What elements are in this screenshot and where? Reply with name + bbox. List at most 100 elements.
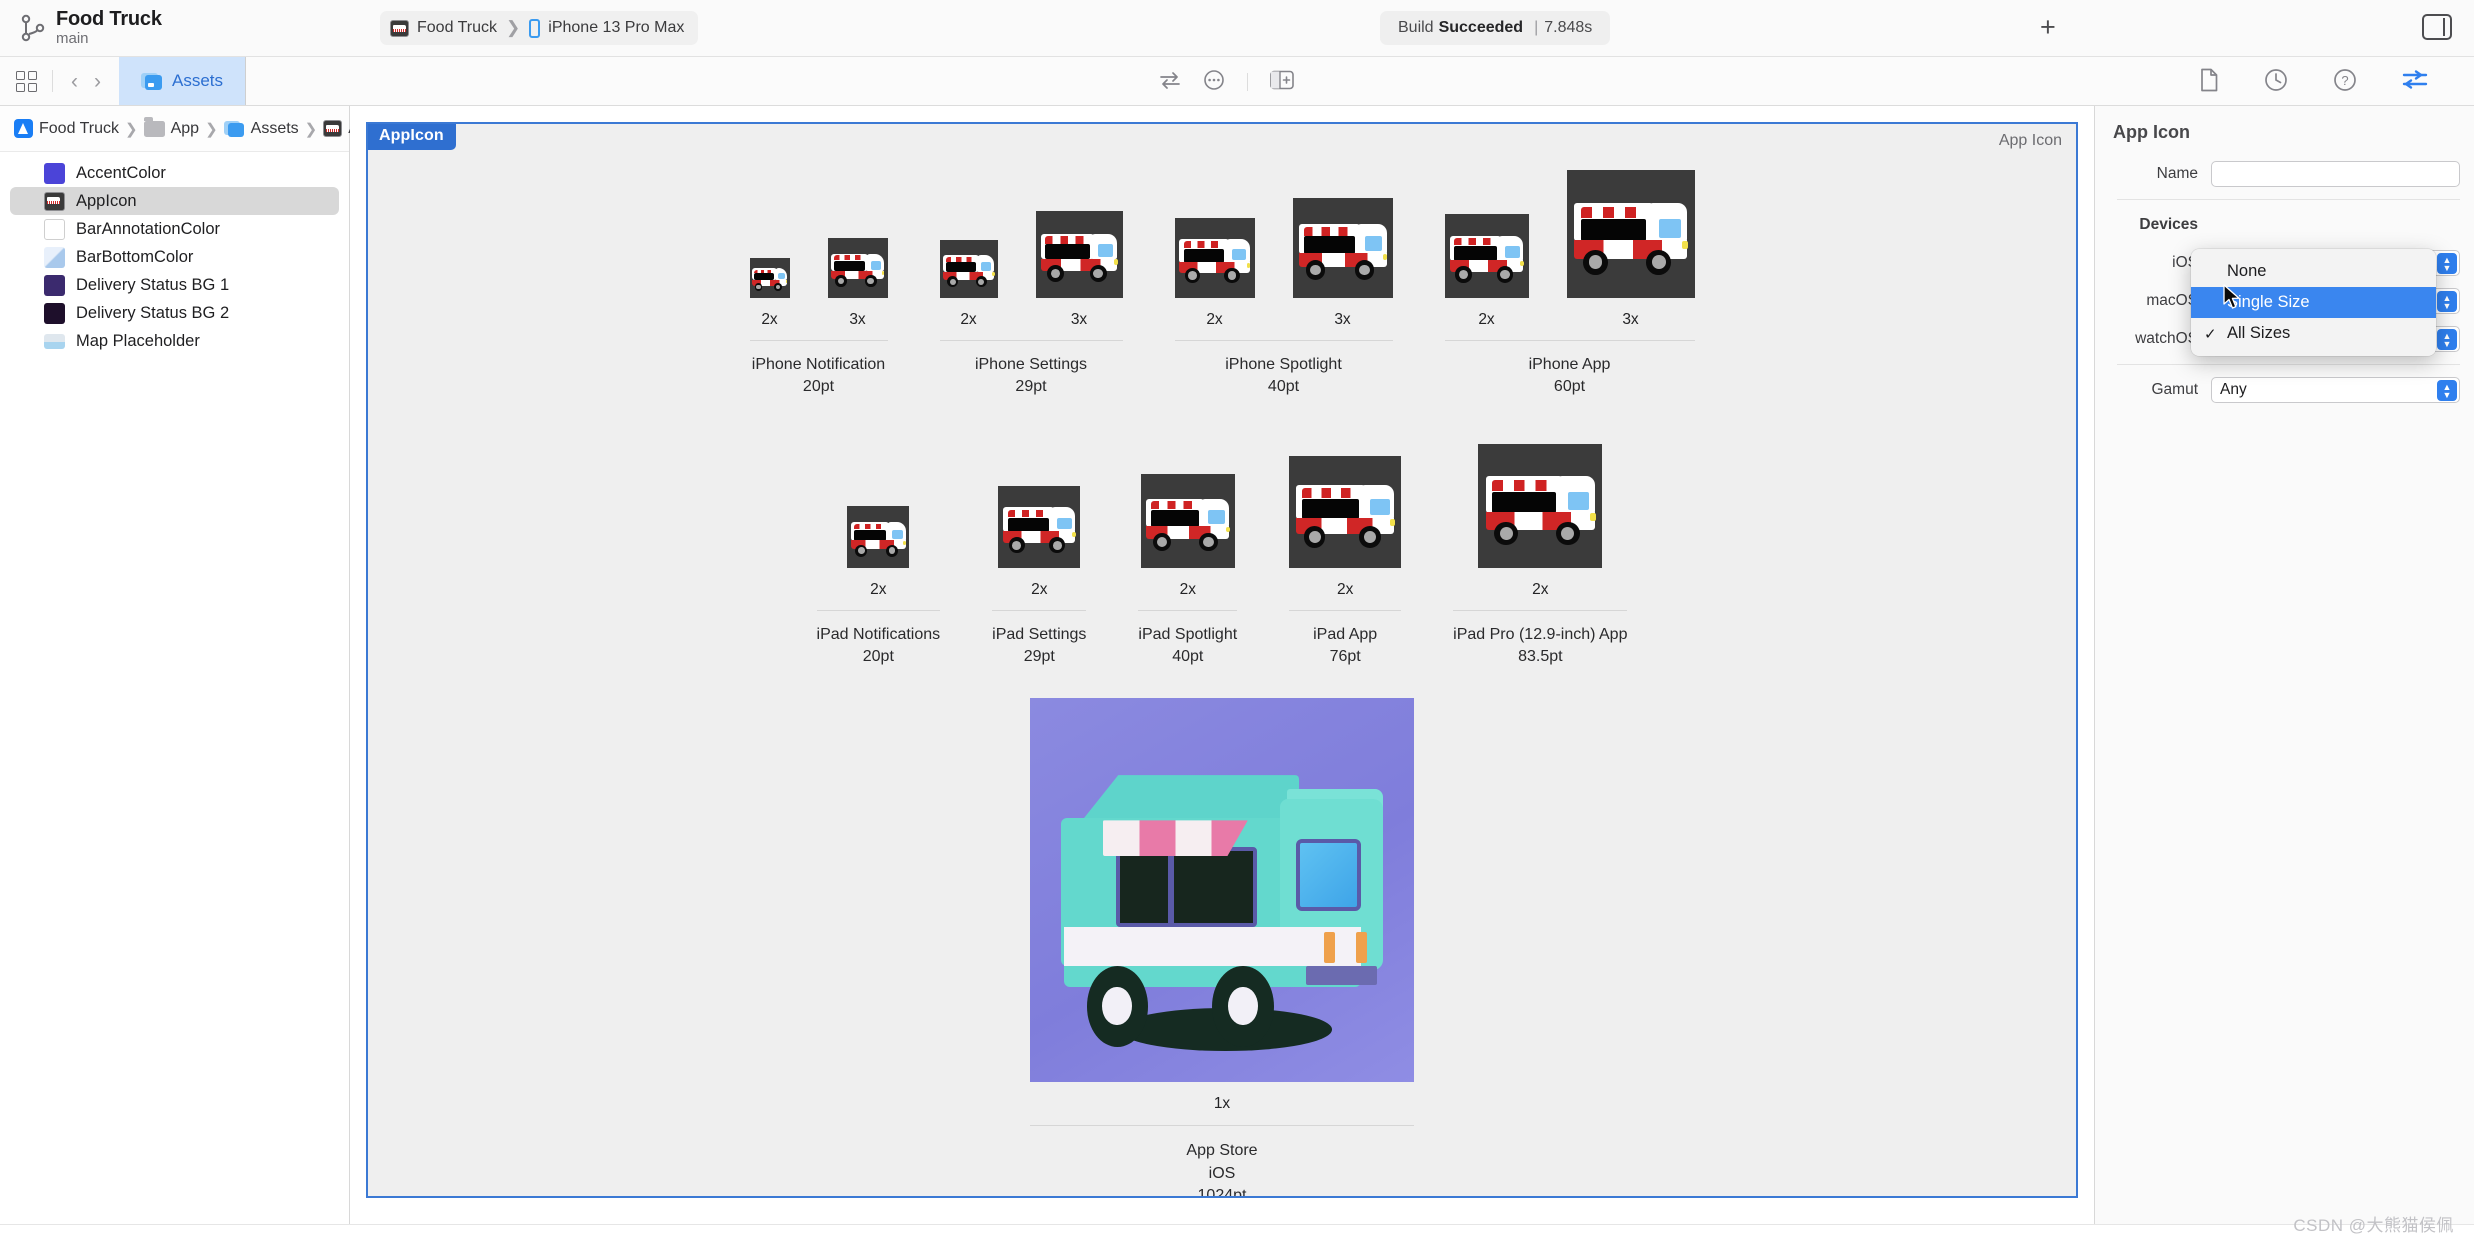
icon-thumbnail[interactable] (749, 258, 790, 298)
icon-thumbnail[interactable] (1292, 198, 1393, 298)
icon-group-size: 40pt (1172, 648, 1204, 666)
icon-slot[interactable]: 2x (939, 240, 998, 329)
icon-group: 2x 3x iPhone Spotlight 40pt (1149, 198, 1419, 398)
chevron-updown-icon[interactable]: ▲ ▼ (2437, 291, 2457, 312)
editor-tabbar: ‹ › Assets ? (0, 57, 2474, 106)
popup-item-single-size[interactable]: Single Size (2191, 287, 2436, 318)
breadcrumb-item-project[interactable]: Food Truck (14, 119, 119, 138)
name-field[interactable] (2211, 161, 2460, 187)
appstore-size: 1024pt (1197, 1187, 1247, 1198)
scale-label: 2x (1179, 581, 1196, 599)
icon-group-name: iPhone Notification (751, 356, 886, 373)
icon-thumbnail[interactable] (1444, 214, 1529, 298)
icon-slot[interactable]: 2x (749, 258, 790, 329)
project-identity[interactable]: Food Truck main (0, 8, 350, 48)
icon-group: 2x iPad Notifications 20pt (791, 506, 967, 668)
chevron-updown-icon[interactable]: ▲ ▼ (2437, 329, 2457, 350)
icon-slot[interactable]: 2x (1140, 474, 1235, 599)
navigator-sidebar: Food Truck ❯ App ❯ Assets ❯ AppIcon (0, 106, 407, 1224)
history-inspector-icon[interactable] (2264, 68, 2288, 96)
color-swatch (44, 302, 65, 324)
icon-thumbnail[interactable] (1478, 444, 1603, 569)
icon-group-caption: iPhone Notification 20pt (749, 340, 888, 398)
icon-slot[interactable]: 2x (1174, 218, 1255, 329)
icon-thumbnail[interactable] (1566, 170, 1695, 298)
icon-thumbnail[interactable] (1289, 456, 1402, 569)
scheme-label[interactable]: Food Truck (417, 19, 497, 37)
related-items-icon[interactable] (1159, 71, 1181, 93)
scale-label: 1x (1213, 1095, 1231, 1113)
color-swatch (44, 274, 65, 296)
popup-item-none[interactable]: None (2191, 256, 2436, 287)
icon-slot[interactable]: 3x (1035, 211, 1123, 329)
gamut-select[interactable]: Any ▲ ▼ (2211, 377, 2460, 403)
chevron-right-icon: ❯ (125, 120, 138, 138)
icon-group-name: iPad Notifications (816, 626, 941, 644)
tab-assets[interactable]: Assets (119, 57, 247, 105)
icon-slot[interactable]: 3x (1566, 170, 1695, 329)
appicon-canvas[interactable]: AppIcon App Icon 2x 3x iPhone Notificati… (366, 122, 2078, 1198)
list-item[interactable]: AppIcon (10, 187, 339, 215)
attributes-inspector-icon[interactable] (2402, 69, 2428, 95)
breadcrumb-item-app[interactable]: App (143, 117, 199, 138)
file-inspector-icon[interactable] (2199, 68, 2219, 96)
navigation-arrows[interactable]: ‹ › (53, 57, 119, 105)
icon-slot[interactable]: 2x (998, 486, 1081, 599)
icon-thumbnail[interactable] (1174, 218, 1255, 298)
chevron-updown-icon[interactable]: ▲ ▼ (2437, 380, 2457, 401)
list-item[interactable]: Map Placeholder (10, 327, 339, 355)
more-options-icon[interactable] (1203, 69, 1225, 95)
icon-thumbnail[interactable] (939, 240, 998, 298)
scale-label: 2x (761, 311, 778, 328)
icon-slot[interactable]: 2x (1478, 444, 1603, 599)
list-item[interactable]: BarBottomColor (10, 243, 339, 271)
attributes-inspector: App Icon Name Devices iOS All Sizes ▲▼ m… (2094, 106, 2474, 1224)
scale-label: 2x (1478, 311, 1495, 328)
icon-slot[interactable]: 3x (1292, 198, 1393, 329)
icon-group: 2x 3x iPhone Settings 29pt (914, 211, 1149, 398)
list-item[interactable]: Delivery Status BG 2 (10, 299, 339, 327)
icon-group-name: iPhone Settings (974, 356, 1088, 373)
add-button[interactable]: + (2040, 14, 2056, 41)
icon-slot[interactable]: 2x (847, 506, 910, 599)
forward-icon[interactable]: › (94, 71, 101, 92)
list-item[interactable]: Delivery Status BG 1 (10, 271, 339, 299)
list-item-label: Delivery Status BG 1 (76, 275, 230, 294)
ios-devices-popup-menu[interactable]: None Single Size ✓ All Sizes (2191, 249, 2436, 356)
appstore-icon-thumbnail[interactable] (1030, 698, 1414, 1083)
icon-group-name: iPad Spotlight (1138, 626, 1238, 644)
list-item-label: BarAnnotationColor (76, 219, 221, 238)
back-icon[interactable]: ‹ (71, 71, 78, 92)
scale-label: 2x (960, 311, 977, 328)
toggle-inspector-button[interactable] (2422, 14, 2452, 40)
popup-item-label: All Sizes (2227, 324, 2291, 342)
appstore-caption: App Store iOS 1024pt (1030, 1125, 1414, 1198)
list-item[interactable]: BarAnnotationColor (10, 215, 339, 243)
quick-help-inspector-icon[interactable]: ? (2333, 68, 2357, 96)
add-editor-icon[interactable] (1270, 70, 1294, 94)
chevron-updown-icon[interactable]: ▲ ▼ (2437, 253, 2457, 274)
icon-group-caption: iPad Pro (12.9-inch) App 83.5pt (1453, 610, 1628, 668)
scale-label: 3x (849, 311, 866, 328)
build-status-bar[interactable]: Build Succeeded | 7.848s (1380, 11, 1611, 45)
destination-label[interactable]: iPhone 13 Pro Max (548, 19, 684, 37)
icon-thumbnail[interactable] (1035, 211, 1123, 298)
icon-group-name: iPhone Spotlight (1225, 356, 1342, 373)
icon-slot[interactable]: 3x (827, 238, 888, 329)
popup-item-all-sizes[interactable]: ✓ All Sizes (2191, 318, 2436, 349)
icon-thumbnail[interactable] (1140, 474, 1235, 569)
build-separator: | (1534, 19, 1539, 36)
icon-group-caption: iPhone Spotlight 40pt (1174, 340, 1393, 398)
chevron-right-icon: ❯ (506, 18, 521, 37)
scale-label: 2x (1206, 311, 1223, 328)
icon-slot[interactable]: 2x (1444, 214, 1529, 329)
icon-thumbnail[interactable] (847, 506, 910, 569)
breadcrumb-item-assets[interactable]: Assets (223, 120, 299, 138)
icon-slot[interactable]: 2x (1289, 456, 1402, 599)
icon-thumbnail[interactable] (998, 486, 1081, 569)
icon-thumbnail[interactable] (827, 238, 888, 298)
tab-overview-button[interactable] (0, 57, 52, 105)
scheme-destination-control[interactable]: Food Truck ❯ iPhone 13 Pro Max (380, 11, 699, 45)
list-item[interactable]: AccentColor (10, 159, 339, 187)
scheme-icon (390, 19, 409, 37)
